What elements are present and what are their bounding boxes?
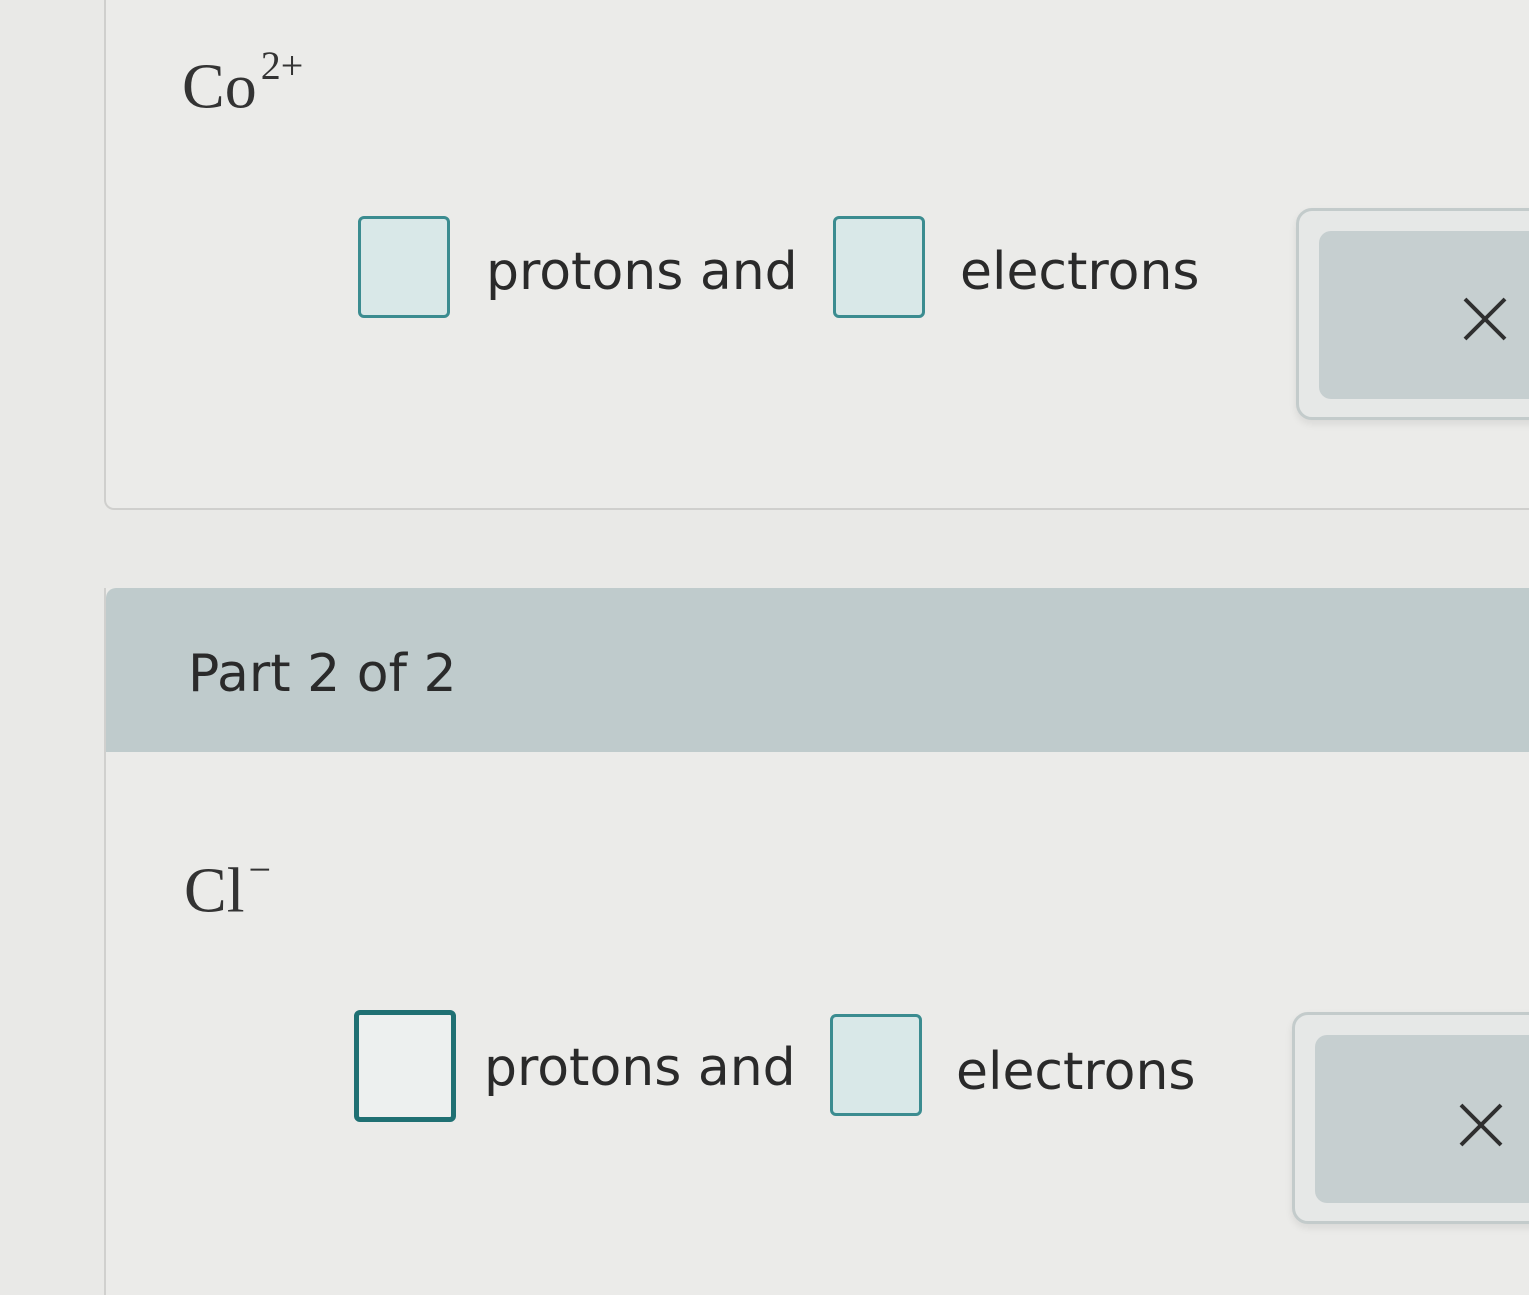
part2-ion: Cl −	[184, 847, 271, 927]
part2-feedback-panel	[1292, 1012, 1529, 1224]
part2-protons-label: protons and	[484, 1038, 796, 1098]
part1-electrons-label: electrons	[960, 242, 1200, 302]
part2-electrons-label: electrons	[956, 1042, 1196, 1102]
part2-header: Part 2 of 2	[106, 588, 1529, 752]
part1-ion: Co 2+	[182, 43, 303, 123]
part2-ion-charge: −	[248, 847, 272, 892]
part1-feedback-panel	[1296, 208, 1529, 420]
part1-protons-label: protons and	[486, 242, 798, 302]
part1-clear-button[interactable]	[1319, 231, 1529, 399]
part2-protons-input[interactable]	[354, 1010, 456, 1122]
close-icon	[1463, 297, 1507, 341]
page: Co 2+ protons and electrons Part 2 of 2 C…	[0, 0, 1529, 1295]
close-icon	[1459, 1103, 1503, 1147]
part2-ion-symbol: Cl	[184, 854, 245, 926]
part1-protons-input[interactable]	[358, 216, 450, 318]
part2-clear-button[interactable]	[1315, 1035, 1529, 1203]
part2-electrons-input[interactable]	[830, 1014, 922, 1116]
part1-ion-symbol: Co	[182, 50, 257, 122]
part1-ion-charge: 2+	[260, 43, 304, 88]
part2-title: Part 2 of 2	[188, 644, 457, 704]
part1-electrons-input[interactable]	[833, 216, 925, 318]
